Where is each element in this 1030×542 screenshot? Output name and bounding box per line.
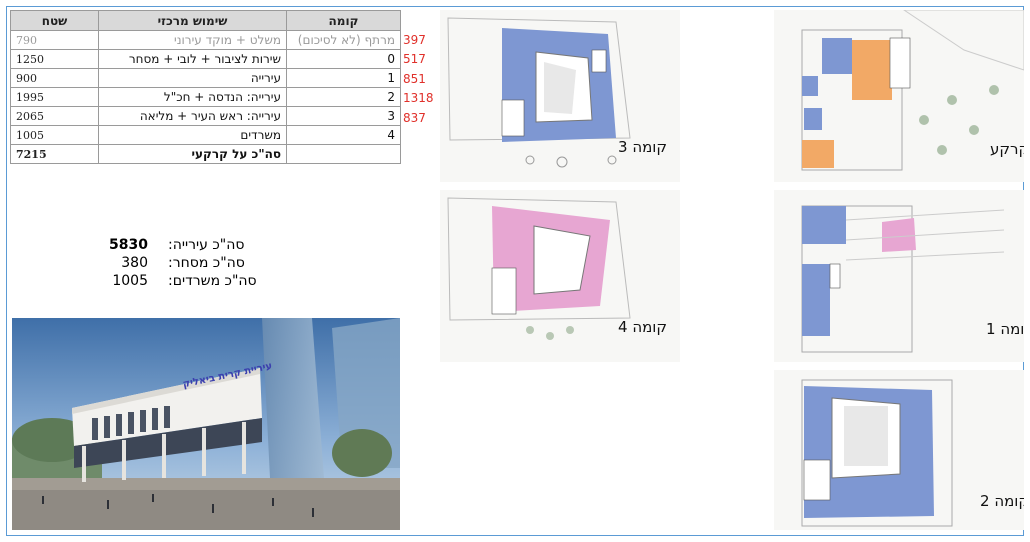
row-floor: 1	[286, 68, 401, 88]
header-use: שימוש מרכזי	[98, 10, 287, 31]
row-area: 2065	[10, 106, 99, 126]
red-note: 851	[403, 71, 426, 86]
plan-label-floor-3: קומה 3	[618, 138, 668, 156]
red-note: 397	[403, 33, 426, 47]
row-use: שירות לציבור + לובי + מסחר	[98, 49, 287, 69]
area-table: שטח שימוש מרכזי קומה 790 משלט + מוקד עיר…	[10, 10, 401, 164]
table-row: 900 עירייה 1	[10, 68, 401, 88]
table-row: 790 משלט + מוקד עירוני מרתף (לא לסיכום)	[10, 30, 401, 50]
summary-row: 1005 סה"כ משרדים:	[100, 273, 300, 291]
red-notes: 397 517 851 1318 837	[403, 31, 443, 128]
plan-floor-2: קומה 2	[774, 370, 1024, 530]
summary-label: סה"כ משרדים:	[168, 273, 257, 289]
row-floor: 4	[286, 125, 401, 145]
table-header-row: שטח שימוש מרכזי קומה	[10, 10, 401, 31]
render-illustration	[12, 318, 400, 530]
summary: 5830 סה"כ עירייה: 380 סה"כ מסחר: 1005 סה…	[100, 237, 300, 291]
row-area: 790	[10, 30, 99, 50]
summary-value: 1005	[112, 273, 148, 289]
plan-floor-3: קומה 3	[440, 10, 680, 182]
row-area: 1250	[10, 49, 99, 69]
table-row: 1250 שירות לציבור + לובי + מסחר 0	[10, 49, 401, 69]
row-use: עירייה	[98, 68, 287, 88]
red-note: 837	[403, 110, 426, 125]
summary-label: סה"כ עירייה:	[168, 237, 245, 253]
summary-value: 380	[121, 255, 148, 271]
header-area: שטח	[10, 10, 99, 31]
row-use: עירייה: הנדסה + חכ"ל	[98, 87, 287, 107]
total-area: 7215	[10, 144, 99, 164]
table-row: 2065 עירייה: ראש העיר + מליאה 3	[10, 106, 401, 126]
row-floor: 2	[286, 87, 401, 107]
table-row: 1005 משרדים 4	[10, 125, 401, 145]
table-row: 1995 עירייה: הנדסה + חכ"ל 2	[10, 87, 401, 107]
row-floor: 3	[286, 106, 401, 126]
row-use: משלט + מוקד עירוני	[98, 30, 287, 50]
table-total-row: 7215 סה"כ על קרקעי	[10, 144, 401, 164]
floor-plan-drawing	[801, 10, 1024, 171]
summary-row: 380 סה"כ מסחר:	[100, 255, 300, 273]
total-empty	[286, 144, 401, 164]
row-floor: 0	[286, 49, 401, 69]
plan-floor-1: ומה 1	[774, 190, 1024, 362]
red-note: 517	[403, 52, 426, 67]
row-area: 900	[10, 68, 99, 88]
plan-ground: קרקע	[774, 10, 1024, 182]
building-render: עיריית קרית ביאליק	[12, 318, 400, 530]
row-area: 1005	[10, 125, 99, 145]
red-note: 1318	[403, 91, 434, 106]
floor-plan-drawing	[447, 17, 631, 168]
plan-label-floor-4: קומה 4	[618, 318, 668, 336]
row-floor: מרתף (לא לסיכום)	[286, 30, 401, 50]
plan-floor-4: קומה 4	[440, 190, 680, 362]
row-area: 1995	[10, 87, 99, 107]
plan-label-ground: קרקע	[990, 140, 1024, 158]
floor-plan-drawing	[447, 197, 631, 340]
row-use: עירייה: ראש העיר + מליאה	[98, 106, 287, 126]
header-floor: קומה	[286, 10, 401, 31]
summary-row: 5830 סה"כ עירייה:	[100, 237, 300, 255]
plan-label-floor-1: ומה 1	[986, 320, 1024, 338]
row-use: משרדים	[98, 125, 287, 145]
plan-label-floor-2: קומה 2	[980, 492, 1024, 510]
summary-label: סה"כ מסחר:	[168, 255, 245, 271]
total-label: סה"כ על קרקעי	[98, 144, 287, 164]
summary-value: 5830	[109, 237, 148, 253]
